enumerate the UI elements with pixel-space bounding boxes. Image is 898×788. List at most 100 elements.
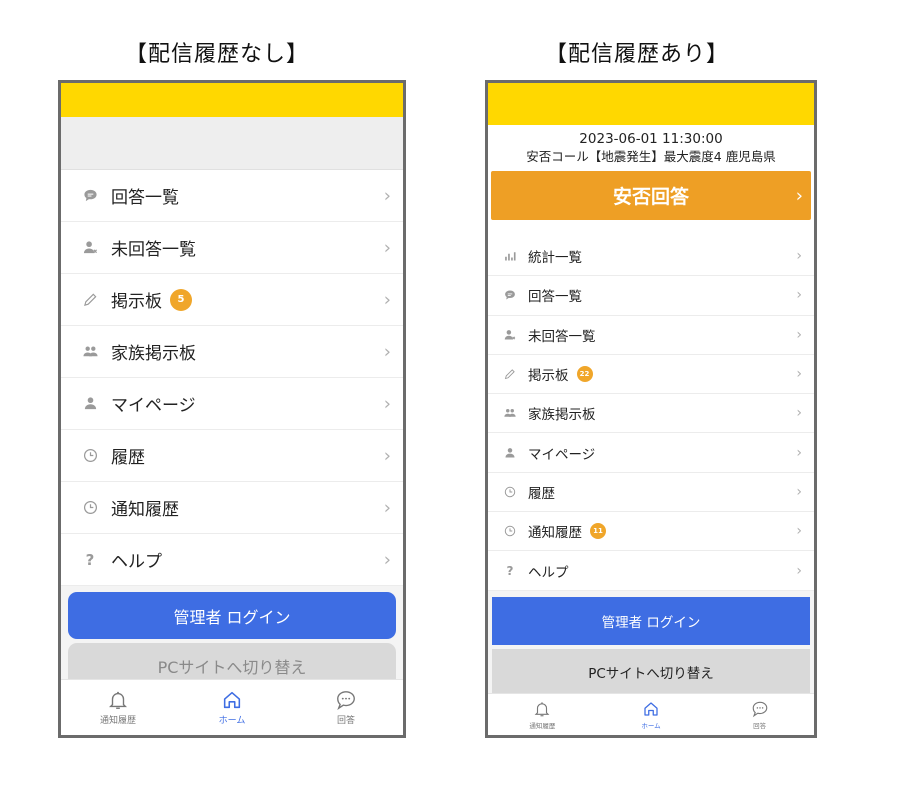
menu-item[interactable]: 掲示板 22 ›	[488, 355, 814, 395]
tab-bell[interactable]: 通知履歴	[61, 680, 175, 735]
menu-item-label: 通知履歴	[528, 525, 582, 542]
menu-item[interactable]: 履歴 ›	[488, 473, 814, 513]
menu-item-label: 履歴	[528, 485, 555, 502]
bar-chart-icon	[501, 250, 519, 262]
empty-notification-area	[61, 117, 403, 170]
main-menu: 統計一覧 › 回答一覧 › 未回答一覧 › 掲示板 22 › 家族掲示板 › マイページ › 履歴 › 通知履…	[488, 237, 814, 591]
home-icon	[221, 689, 243, 711]
tab-bell[interactable]: 通知履歴	[488, 694, 597, 735]
menu-item-label: マイページ	[528, 446, 596, 463]
pencil-icon	[79, 292, 101, 307]
chevron-right-icon: ›	[383, 237, 391, 258]
menu-item-label: 回答一覧	[528, 289, 582, 306]
chevron-right-icon: ›	[796, 287, 802, 304]
menu-item-label: 掲示板	[528, 368, 569, 385]
bell-icon	[533, 700, 551, 718]
people-icon	[79, 344, 101, 359]
menu-item[interactable]: 統計一覧 ›	[488, 237, 814, 277]
pencil-icon	[501, 368, 519, 380]
tab-label: 回答	[336, 716, 355, 726]
menu-item[interactable]: 回答一覧 ›	[488, 276, 814, 316]
chevron-right-icon: ›	[383, 185, 391, 206]
chevron-right-icon: ›	[383, 393, 391, 414]
menu-item-label: 通知履歴	[111, 500, 179, 520]
tab-label: 通知履歴	[529, 721, 556, 730]
menu-item-label: 掲示板	[111, 292, 162, 312]
phone-screen-no-history: 回答一覧 › 未回答一覧 › 掲示板 5 › 家族掲示板 › マイページ › 履歴 › 通知履歴 ›? ヘルプ…	[58, 80, 406, 738]
menu-item-label: 回答一覧	[111, 188, 179, 208]
tab-home[interactable]: ホーム	[175, 680, 289, 735]
question-icon: ?	[85, 550, 95, 569]
chevron-right-icon: ›	[795, 185, 803, 206]
speech-bubble-icon	[501, 289, 519, 301]
count-badge: 22	[576, 366, 593, 383]
menu-item-label: 統計一覧	[528, 250, 582, 267]
header-bar	[488, 83, 814, 125]
chevron-right-icon: ›	[383, 549, 391, 570]
chevron-right-icon: ›	[796, 405, 802, 422]
menu-item[interactable]: 家族掲示板 ›	[488, 394, 814, 434]
main-menu: 回答一覧 › 未回答一覧 › 掲示板 5 › 家族掲示板 › マイページ › 履歴 › 通知履歴 ›? ヘルプ…	[61, 170, 403, 586]
chevron-right-icon: ›	[796, 483, 802, 500]
clock-icon	[79, 448, 101, 463]
chevron-right-icon: ›	[796, 444, 802, 461]
menu-item-label: 未回答一覧	[111, 240, 196, 260]
chevron-right-icon: ›	[796, 366, 802, 383]
bottom-tab-bar: 通知履歴 ホーム 回答	[61, 679, 403, 735]
admin-login-button[interactable]: 管理者 ログイン	[68, 592, 396, 639]
menu-item[interactable]: ? ヘルプ ›	[488, 551, 814, 591]
phone-screen-with-history: 2023-06-01 11:30:00 安否コール【地震発生】最大震度4 鹿児島…	[485, 80, 817, 738]
person-x-icon	[501, 329, 519, 341]
menu-item[interactable]: 未回答一覧 ›	[61, 222, 403, 274]
menu-item-label: ヘルプ	[111, 552, 162, 572]
menu-item[interactable]: 掲示板 5 ›	[61, 274, 403, 326]
chevron-right-icon: ›	[383, 497, 391, 518]
chevron-right-icon: ›	[796, 562, 802, 579]
count-badge: 11	[590, 523, 606, 540]
tab-chat[interactable]: 回答	[705, 694, 814, 735]
menu-item[interactable]: マイページ ›	[488, 433, 814, 473]
count-badge: 5	[170, 288, 192, 311]
person-icon	[79, 396, 101, 411]
header-bar	[61, 83, 403, 117]
chat-icon	[335, 689, 357, 711]
caption-no-history: 【配信履歴なし】	[125, 42, 310, 67]
tab-label: 通知履歴	[99, 716, 136, 726]
chevron-right-icon: ›	[796, 523, 802, 540]
home-icon	[642, 700, 660, 718]
chevron-right-icon: ›	[796, 248, 802, 265]
menu-item[interactable]: 回答一覧 ›	[61, 170, 403, 222]
latest-alert: 2023-06-01 11:30:00 安否コール【地震発生】最大震度4 鹿児島…	[488, 125, 814, 237]
menu-item-label: ヘルプ	[528, 564, 569, 581]
chevron-right-icon: ›	[383, 341, 391, 362]
menu-item-label: 家族掲示板	[528, 407, 596, 424]
bottom-tab-bar: 通知履歴 ホーム 回答	[488, 693, 814, 735]
clock-icon	[501, 525, 519, 537]
alert-datetime: 2023-06-01 11:30:00	[579, 131, 723, 147]
question-icon: ?	[506, 563, 514, 578]
menu-item-label: 未回答一覧	[528, 328, 596, 345]
clock-icon	[79, 500, 101, 515]
admin-login-button[interactable]: 管理者 ログイン	[492, 596, 810, 645]
tab-home[interactable]: ホーム	[597, 694, 706, 735]
menu-item[interactable]: ? ヘルプ ›	[61, 534, 403, 586]
speech-bubble-icon	[79, 188, 101, 203]
menu-item[interactable]: 履歴 ›	[61, 430, 403, 482]
bell-icon	[107, 689, 129, 711]
menu-item[interactable]: 通知履歴 ›	[61, 482, 403, 534]
safety-answer-button[interactable]: 安否回答 ›	[491, 171, 811, 220]
menu-item-label: 履歴	[111, 448, 145, 468]
menu-item[interactable]: マイページ ›	[61, 378, 403, 430]
menu-item[interactable]: 家族掲示板 ›	[61, 326, 403, 378]
menu-item[interactable]: 未回答一覧 ›	[488, 316, 814, 355]
menu-item[interactable]: 通知履歴 11 ›	[488, 512, 814, 552]
people-icon	[501, 407, 519, 419]
chevron-right-icon: ›	[383, 445, 391, 466]
pc-site-switch-button[interactable]: PCサイトへ切り替え	[492, 648, 810, 695]
caption-with-history: 【配信履歴あり】	[545, 42, 730, 67]
person-icon	[501, 447, 519, 459]
clock-icon	[501, 486, 519, 498]
menu-item-label: マイページ	[111, 396, 196, 416]
tab-chat[interactable]: 回答	[289, 680, 403, 735]
chat-icon	[751, 700, 769, 718]
